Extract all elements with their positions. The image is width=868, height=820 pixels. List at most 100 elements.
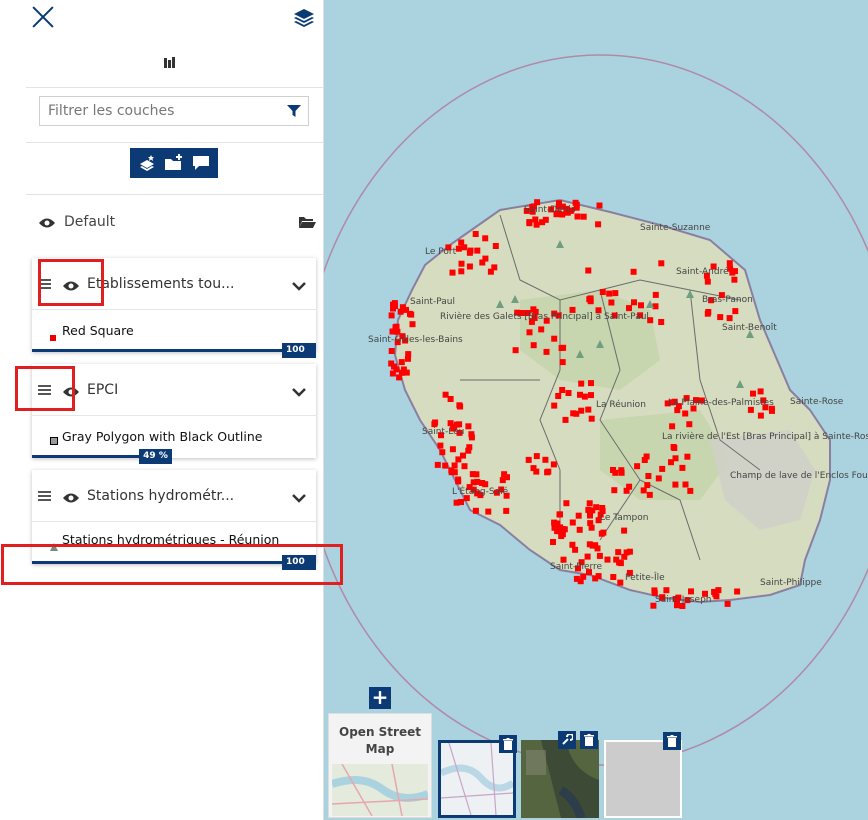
red-square-marker[interactable] bbox=[558, 533, 565, 539]
eye-icon[interactable] bbox=[38, 214, 56, 233]
red-square-marker[interactable] bbox=[581, 393, 588, 400]
red-square-marker[interactable] bbox=[545, 468, 552, 475]
red-square-marker[interactable] bbox=[501, 471, 508, 478]
red-square-marker[interactable] bbox=[465, 423, 472, 430]
red-square-marker[interactable] bbox=[466, 263, 473, 270]
red-square-marker[interactable] bbox=[659, 465, 666, 472]
basemap-blank[interactable] bbox=[604, 732, 682, 818]
red-square-marker[interactable] bbox=[465, 447, 472, 454]
red-square-marker[interactable] bbox=[586, 500, 593, 507]
red-square-marker[interactable] bbox=[615, 549, 622, 556]
red-square-marker[interactable] bbox=[560, 344, 567, 351]
red-square-marker[interactable] bbox=[525, 456, 532, 463]
red-square-marker[interactable] bbox=[671, 445, 678, 451]
red-square-marker[interactable] bbox=[455, 478, 462, 485]
red-square-marker[interactable] bbox=[732, 308, 739, 315]
red-square-marker[interactable] bbox=[389, 370, 396, 377]
red-square-marker[interactable] bbox=[392, 324, 399, 331]
red-square-marker[interactable] bbox=[551, 402, 558, 409]
red-square-marker[interactable] bbox=[442, 391, 449, 398]
red-square-marker[interactable] bbox=[626, 548, 633, 555]
red-square-marker[interactable] bbox=[485, 508, 492, 515]
red-square-marker[interactable] bbox=[612, 290, 619, 297]
red-square-marker[interactable] bbox=[442, 462, 449, 469]
red-square-marker[interactable] bbox=[563, 500, 570, 507]
red-square-marker[interactable] bbox=[573, 575, 580, 582]
red-square-marker[interactable] bbox=[503, 507, 510, 514]
red-square-marker[interactable] bbox=[705, 309, 712, 315]
red-square-marker[interactable] bbox=[434, 461, 441, 468]
red-square-marker[interactable] bbox=[550, 461, 557, 468]
red-square-marker[interactable] bbox=[530, 342, 537, 349]
red-square-marker[interactable] bbox=[559, 387, 566, 393]
red-square-marker[interactable] bbox=[526, 329, 533, 336]
red-square-marker[interactable] bbox=[542, 456, 549, 463]
red-square-marker[interactable] bbox=[592, 575, 599, 582]
red-square-marker[interactable] bbox=[682, 481, 689, 488]
basemap-satellite[interactable] bbox=[521, 731, 599, 820]
red-square-marker[interactable] bbox=[472, 231, 479, 237]
eye-icon[interactable] bbox=[62, 489, 80, 508]
red-square-marker[interactable] bbox=[439, 449, 446, 456]
red-square-marker[interactable] bbox=[717, 314, 724, 321]
red-square-marker[interactable] bbox=[687, 487, 694, 494]
red-square-marker[interactable] bbox=[610, 574, 617, 580]
red-square-marker[interactable] bbox=[492, 243, 499, 249]
comment-button[interactable] bbox=[190, 153, 212, 173]
red-square-marker[interactable] bbox=[388, 360, 395, 367]
add-basemap-button[interactable]: + bbox=[369, 687, 391, 709]
red-square-marker[interactable] bbox=[472, 507, 479, 514]
red-square-marker[interactable] bbox=[403, 306, 409, 313]
red-square-marker[interactable] bbox=[457, 403, 464, 410]
red-square-marker[interactable] bbox=[482, 235, 489, 242]
red-square-marker[interactable] bbox=[757, 388, 764, 395]
red-square-marker[interactable] bbox=[449, 269, 456, 276]
red-square-marker[interactable] bbox=[731, 276, 738, 283]
red-square-marker[interactable] bbox=[390, 305, 396, 312]
red-square-marker[interactable] bbox=[569, 519, 576, 526]
filter-icon[interactable] bbox=[286, 103, 302, 119]
red-square-marker[interactable] bbox=[669, 423, 676, 430]
red-square-marker[interactable] bbox=[562, 416, 569, 423]
red-square-marker[interactable] bbox=[588, 415, 595, 422]
red-square-marker[interactable] bbox=[726, 315, 733, 322]
red-square-marker[interactable] bbox=[640, 487, 647, 494]
red-square-marker[interactable] bbox=[580, 213, 587, 220]
red-square-marker[interactable] bbox=[467, 247, 474, 254]
layers-icon[interactable] bbox=[292, 6, 316, 30]
red-square-marker[interactable] bbox=[398, 359, 405, 366]
red-square-marker[interactable] bbox=[458, 268, 465, 275]
close-icon[interactable] bbox=[30, 4, 56, 30]
chevron-down-icon[interactable] bbox=[292, 488, 306, 507]
red-square-marker[interactable] bbox=[388, 312, 395, 319]
red-square-marker[interactable] bbox=[576, 526, 583, 533]
red-square-marker[interactable] bbox=[674, 407, 681, 414]
red-square-marker[interactable] bbox=[533, 453, 540, 460]
red-square-marker[interactable] bbox=[724, 600, 731, 607]
red-square-marker[interactable] bbox=[672, 481, 679, 488]
red-square-marker[interactable] bbox=[400, 366, 407, 373]
add-group-button[interactable] bbox=[163, 153, 185, 173]
red-square-marker[interactable] bbox=[617, 560, 624, 567]
red-square-marker[interactable] bbox=[711, 588, 718, 595]
red-square-marker[interactable] bbox=[621, 553, 628, 560]
red-square-marker[interactable] bbox=[578, 380, 585, 387]
red-square-marker[interactable] bbox=[734, 588, 741, 595]
red-square-marker[interactable] bbox=[757, 412, 764, 419]
layer-filter[interactable] bbox=[39, 96, 309, 126]
red-square-marker[interactable] bbox=[688, 588, 694, 595]
red-square-marker[interactable] bbox=[437, 442, 444, 449]
red-square-marker[interactable] bbox=[604, 556, 611, 563]
red-square-marker[interactable] bbox=[449, 446, 456, 453]
red-square-marker[interactable] bbox=[512, 347, 519, 354]
red-square-marker[interactable] bbox=[460, 452, 466, 459]
opacity-slider[interactable] bbox=[32, 349, 316, 352]
red-square-marker[interactable] bbox=[491, 264, 498, 271]
red-square-marker[interactable] bbox=[587, 298, 594, 305]
red-square-marker[interactable] bbox=[644, 482, 651, 489]
red-square-marker[interactable] bbox=[588, 380, 594, 387]
red-square-marker[interactable] bbox=[634, 463, 641, 470]
red-square-marker[interactable] bbox=[391, 300, 398, 307]
red-square-marker[interactable] bbox=[559, 359, 566, 366]
red-square-marker[interactable] bbox=[585, 406, 592, 413]
